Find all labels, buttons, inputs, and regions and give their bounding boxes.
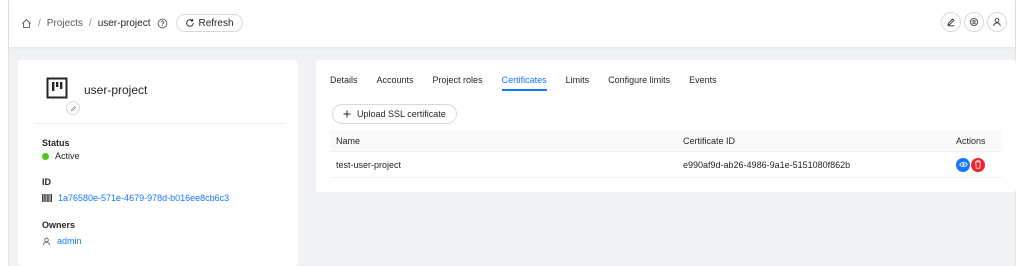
plus-icon — [343, 110, 351, 118]
tab-certificates[interactable]: Certificates — [501, 73, 554, 93]
status-value: Active — [42, 151, 80, 161]
user-icon — [992, 17, 1002, 27]
project-name: user-project — [84, 83, 148, 97]
edit-project-button[interactable] — [66, 101, 80, 115]
owner-link[interactable]: admin — [57, 236, 82, 246]
status-label: Status — [42, 138, 70, 148]
refresh-icon — [185, 18, 195, 28]
tab-configure-limits[interactable]: Configure limits — [608, 73, 677, 93]
barcode-icon — [42, 194, 52, 202]
project-info-card: user-project Status Active ID 1a76580e-5… — [18, 60, 298, 266]
id-label: ID — [42, 177, 51, 187]
delete-button[interactable] — [971, 157, 985, 172]
tab-events[interactable]: Events — [689, 73, 724, 93]
tab-details[interactable]: Details — [330, 73, 365, 93]
column-header-name: Name — [336, 135, 361, 146]
settings-button[interactable] — [964, 12, 984, 32]
cell-actions — [950, 157, 1002, 172]
breadcrumb-separator: / — [88, 17, 92, 29]
project-logo-icon — [46, 77, 68, 99]
certificates-table: Name Certificate ID Actions test-user-pr… — [330, 130, 1002, 178]
divider — [34, 123, 284, 124]
upload-button-label: Upload SSL certificate — [357, 109, 446, 119]
status-text: Active — [55, 151, 80, 161]
tab-limits[interactable]: Limits — [566, 73, 597, 93]
table-row: test-user-project e990af9d-ab26-4986-9a1… — [330, 152, 1002, 178]
certificates-card: Details Accounts Project roles Certifica… — [316, 60, 1016, 192]
breadcrumb-separator: / — [38, 17, 41, 29]
tab-bar: Details Accounts Project roles Certifica… — [330, 73, 736, 93]
top-bar: / Projects / user-project Refresh — [9, 0, 1015, 47]
cell-name: test-user-project — [336, 159, 402, 170]
upload-ssl-certificate-button[interactable]: Upload SSL certificate — [332, 104, 457, 124]
owner-value: admin — [42, 236, 82, 246]
app-frame: / Projects / user-project Refresh user-p… — [8, 0, 1016, 266]
edit-icon — [946, 17, 956, 27]
home-icon[interactable] — [21, 18, 32, 29]
trash-icon — [974, 160, 982, 169]
breadcrumb-projects[interactable]: Projects — [47, 18, 83, 29]
column-header-actions: Actions — [956, 135, 986, 146]
help-circle-icon[interactable] — [157, 18, 168, 29]
edit-button[interactable] — [941, 12, 961, 32]
tab-project-roles[interactable]: Project roles — [433, 73, 490, 93]
tab-accounts[interactable]: Accounts — [377, 73, 421, 93]
status-dot-icon — [42, 152, 49, 160]
view-button[interactable] — [956, 157, 970, 172]
user-button[interactable] — [987, 12, 1007, 32]
edit-icon — [70, 105, 77, 112]
breadcrumb: / Projects / user-project Refresh — [21, 13, 243, 33]
project-id-link[interactable]: 1a76580e-571e-4679-978d-b016ee8cb6c3 — [58, 193, 229, 203]
top-actions — [941, 12, 1007, 32]
breadcrumb-current: user-project — [97, 17, 151, 29]
cell-certificate-id: e990af9d-ab26-4986-9a1e-5151080f862b — [683, 159, 851, 170]
eye-icon — [958, 160, 968, 169]
refresh-button[interactable]: Refresh — [175, 14, 243, 32]
user-icon — [42, 237, 51, 246]
id-value: 1a76580e-571e-4679-978d-b016ee8cb6c3 — [42, 193, 229, 203]
settings-icon — [969, 17, 979, 27]
refresh-label: Refresh — [198, 17, 234, 29]
owners-label: Owners — [42, 220, 76, 230]
table-header: Name Certificate ID Actions — [330, 130, 1002, 152]
column-header-certificate-id: Certificate ID — [683, 135, 736, 146]
